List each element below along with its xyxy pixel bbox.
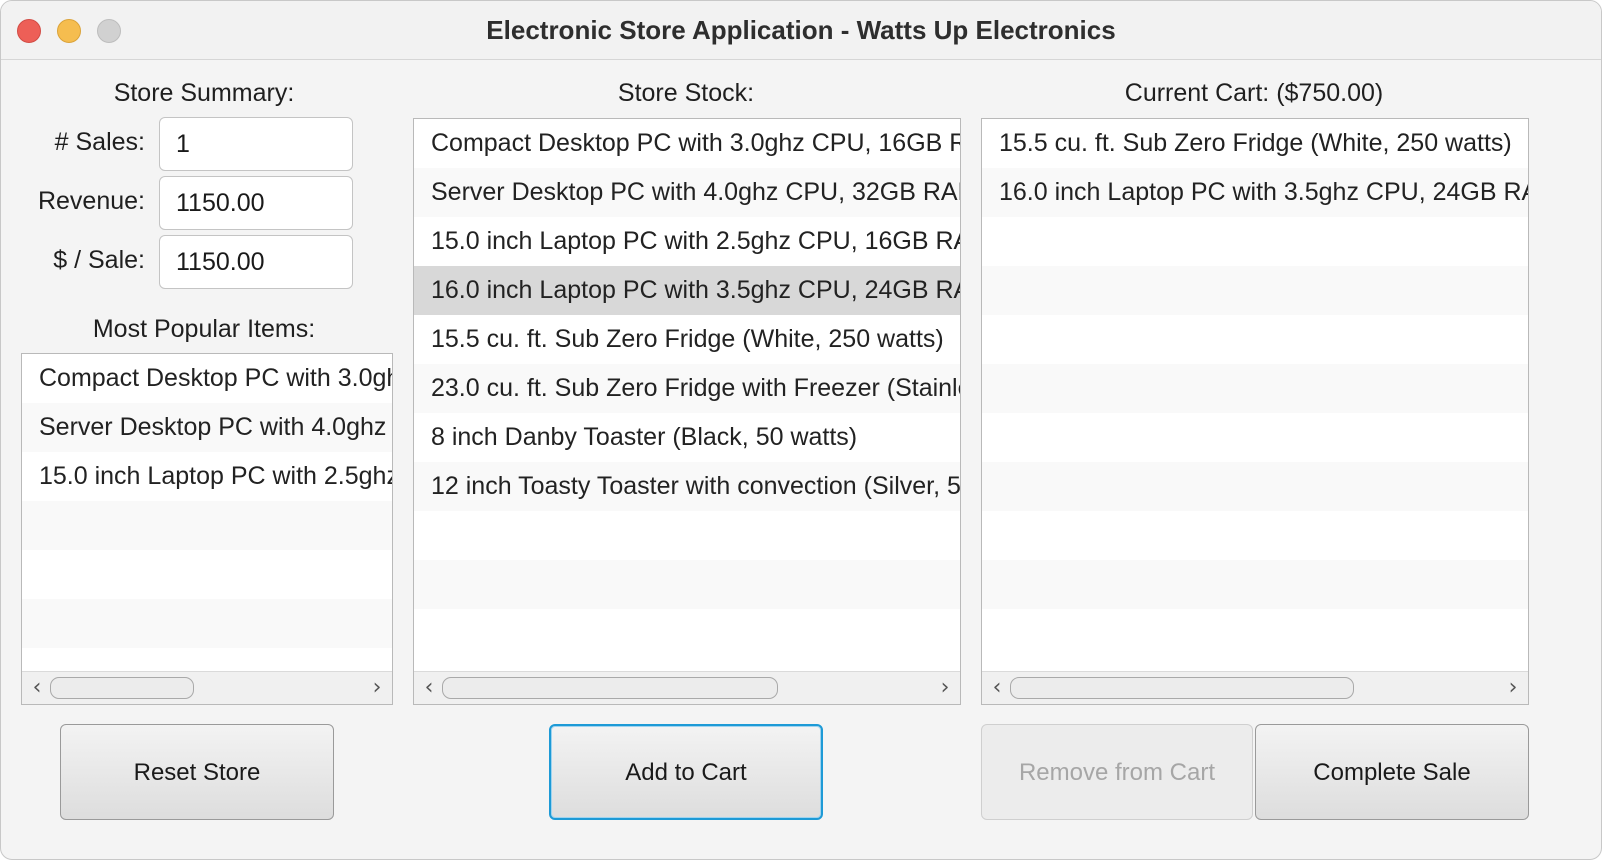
chevron-right-icon[interactable]: › xyxy=(934,675,956,700)
popular-item[interactable]: 15.0 inch Laptop PC with 2.5ghz CPU, 16G… xyxy=(22,452,392,501)
popular-horizontal-scrollbar[interactable]: ‹ › xyxy=(22,671,392,704)
store-stock-heading: Store Stock: xyxy=(617,79,755,107)
scrollbar-thumb[interactable] xyxy=(442,677,778,699)
empty-row xyxy=(414,511,960,560)
remove-from-cart-button[interactable]: Remove from Cart xyxy=(981,724,1253,820)
empty-row xyxy=(982,266,1528,315)
stock-item-selected[interactable]: 16.0 inch Laptop PC with 3.5ghz CPU, 24G… xyxy=(414,266,960,315)
stock-item[interactable]: 8 inch Danby Toaster (Black, 50 watts) xyxy=(414,413,960,462)
scrollbar-thumb[interactable] xyxy=(1010,677,1354,699)
stock-item[interactable]: 15.5 cu. ft. Sub Zero Fridge (White, 250… xyxy=(414,315,960,364)
chevron-left-icon[interactable]: ‹ xyxy=(418,675,440,700)
complete-sale-button[interactable]: Complete Sale xyxy=(1255,724,1529,820)
chevron-left-icon[interactable]: ‹ xyxy=(26,675,48,700)
per-sale-label: $ / Sale: xyxy=(53,246,145,274)
sales-label: # Sales: xyxy=(54,128,145,156)
empty-row xyxy=(982,560,1528,609)
store-summary-heading: Store Summary: xyxy=(113,79,295,107)
scrollbar-thumb[interactable] xyxy=(50,677,194,699)
most-popular-list[interactable]: Compact Desktop PC with 3.0ghz CPU, 16GB… xyxy=(21,353,393,705)
empty-row xyxy=(414,609,960,658)
popular-item[interactable]: Server Desktop PC with 4.0ghz CPU, 32GB … xyxy=(22,403,392,452)
stock-item[interactable]: 12 inch Toasty Toaster with convection (… xyxy=(414,462,960,511)
stock-item[interactable]: 23.0 cu. ft. Sub Zero Fridge with Freeze… xyxy=(414,364,960,413)
revenue-label: Revenue: xyxy=(37,187,145,215)
empty-row xyxy=(22,501,392,550)
empty-row xyxy=(982,609,1528,658)
title-bar: Electronic Store Application - Watts Up … xyxy=(1,1,1601,60)
reset-store-button[interactable]: Reset Store xyxy=(60,724,334,820)
add-to-cart-button[interactable]: Add to Cart xyxy=(549,724,823,820)
chevron-right-icon[interactable]: › xyxy=(1502,675,1524,700)
stock-item[interactable]: 15.0 inch Laptop PC with 2.5ghz CPU, 16G… xyxy=(414,217,960,266)
popular-item[interactable]: Compact Desktop PC with 3.0ghz CPU, 16GB… xyxy=(22,354,392,403)
empty-row xyxy=(22,599,392,648)
empty-row xyxy=(22,648,392,672)
stock-item[interactable]: Compact Desktop PC with 3.0ghz CPU, 16GB… xyxy=(414,119,960,168)
sales-field[interactable] xyxy=(159,117,353,171)
revenue-field[interactable] xyxy=(159,176,353,230)
empty-row xyxy=(982,462,1528,511)
empty-row xyxy=(982,315,1528,364)
current-cart-list[interactable]: 15.5 cu. ft. Sub Zero Fridge (White, 250… xyxy=(981,118,1529,705)
current-cart-heading: Current Cart: ($750.00) xyxy=(1124,79,1384,107)
store-stock-list[interactable]: Compact Desktop PC with 3.0ghz CPU, 16GB… xyxy=(413,118,961,705)
empty-row xyxy=(982,364,1528,413)
stock-item[interactable]: Server Desktop PC with 4.0ghz CPU, 32GB … xyxy=(414,168,960,217)
empty-row xyxy=(982,413,1528,462)
most-popular-heading: Most Popular Items: xyxy=(92,315,316,343)
app-window: Electronic Store Application - Watts Up … xyxy=(0,0,1602,860)
cart-item[interactable]: 15.5 cu. ft. Sub Zero Fridge (White, 250… xyxy=(982,119,1528,168)
cart-item[interactable]: 16.0 inch Laptop PC with 3.5ghz CPU, 24G… xyxy=(982,168,1528,217)
cart-horizontal-scrollbar[interactable]: ‹ › xyxy=(982,671,1528,704)
empty-row xyxy=(414,560,960,609)
empty-row xyxy=(982,511,1528,560)
chevron-right-icon[interactable]: › xyxy=(366,675,388,700)
empty-row xyxy=(22,550,392,599)
stock-horizontal-scrollbar[interactable]: ‹ › xyxy=(414,671,960,704)
chevron-left-icon[interactable]: ‹ xyxy=(986,675,1008,700)
per-sale-field[interactable] xyxy=(159,235,353,289)
window-title: Electronic Store Application - Watts Up … xyxy=(486,15,1116,45)
empty-row xyxy=(982,217,1528,266)
